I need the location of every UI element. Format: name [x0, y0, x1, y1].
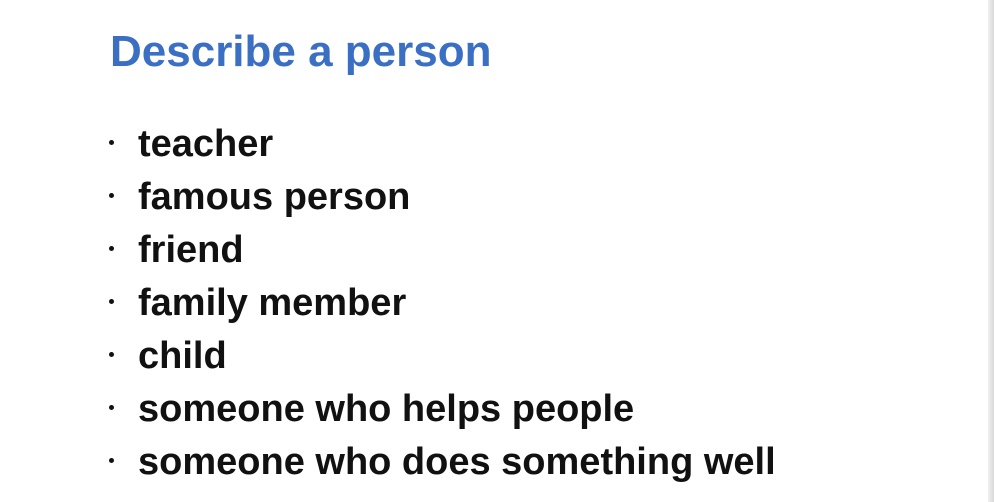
bullet-dot-icon: [109, 140, 114, 145]
slide: Describe a person teacher famous person …: [0, 0, 994, 502]
list-item: family member: [104, 277, 776, 330]
slide-title: Describe a person: [110, 27, 492, 76]
list-item: friend: [104, 224, 776, 277]
list-item: child: [104, 330, 776, 383]
bullet-dot-icon: [109, 299, 114, 304]
bullet-dot-icon: [109, 405, 114, 410]
list-item: teacher: [104, 118, 776, 171]
bullet-dot-icon: [109, 193, 114, 198]
bullet-dot-icon: [109, 352, 114, 357]
list-item-text: famous person: [138, 176, 411, 218]
list-item-text: teacher: [138, 123, 274, 165]
bullet-list: teacher famous person friend family memb…: [104, 118, 776, 489]
list-item-text: someone who does something well: [138, 441, 776, 483]
bullet-dot-icon: [109, 458, 114, 463]
list-item-text: family member: [138, 282, 407, 324]
right-edge-shadow: [988, 0, 994, 502]
list-item: famous person: [104, 171, 776, 224]
bullet-dot-icon: [109, 246, 114, 251]
list-item: someone who does something well: [104, 436, 776, 489]
list-item-text: someone who helps people: [138, 388, 635, 430]
list-item: someone who helps people: [104, 383, 776, 436]
list-item-text: child: [138, 335, 227, 377]
list-item-text: friend: [138, 229, 244, 271]
